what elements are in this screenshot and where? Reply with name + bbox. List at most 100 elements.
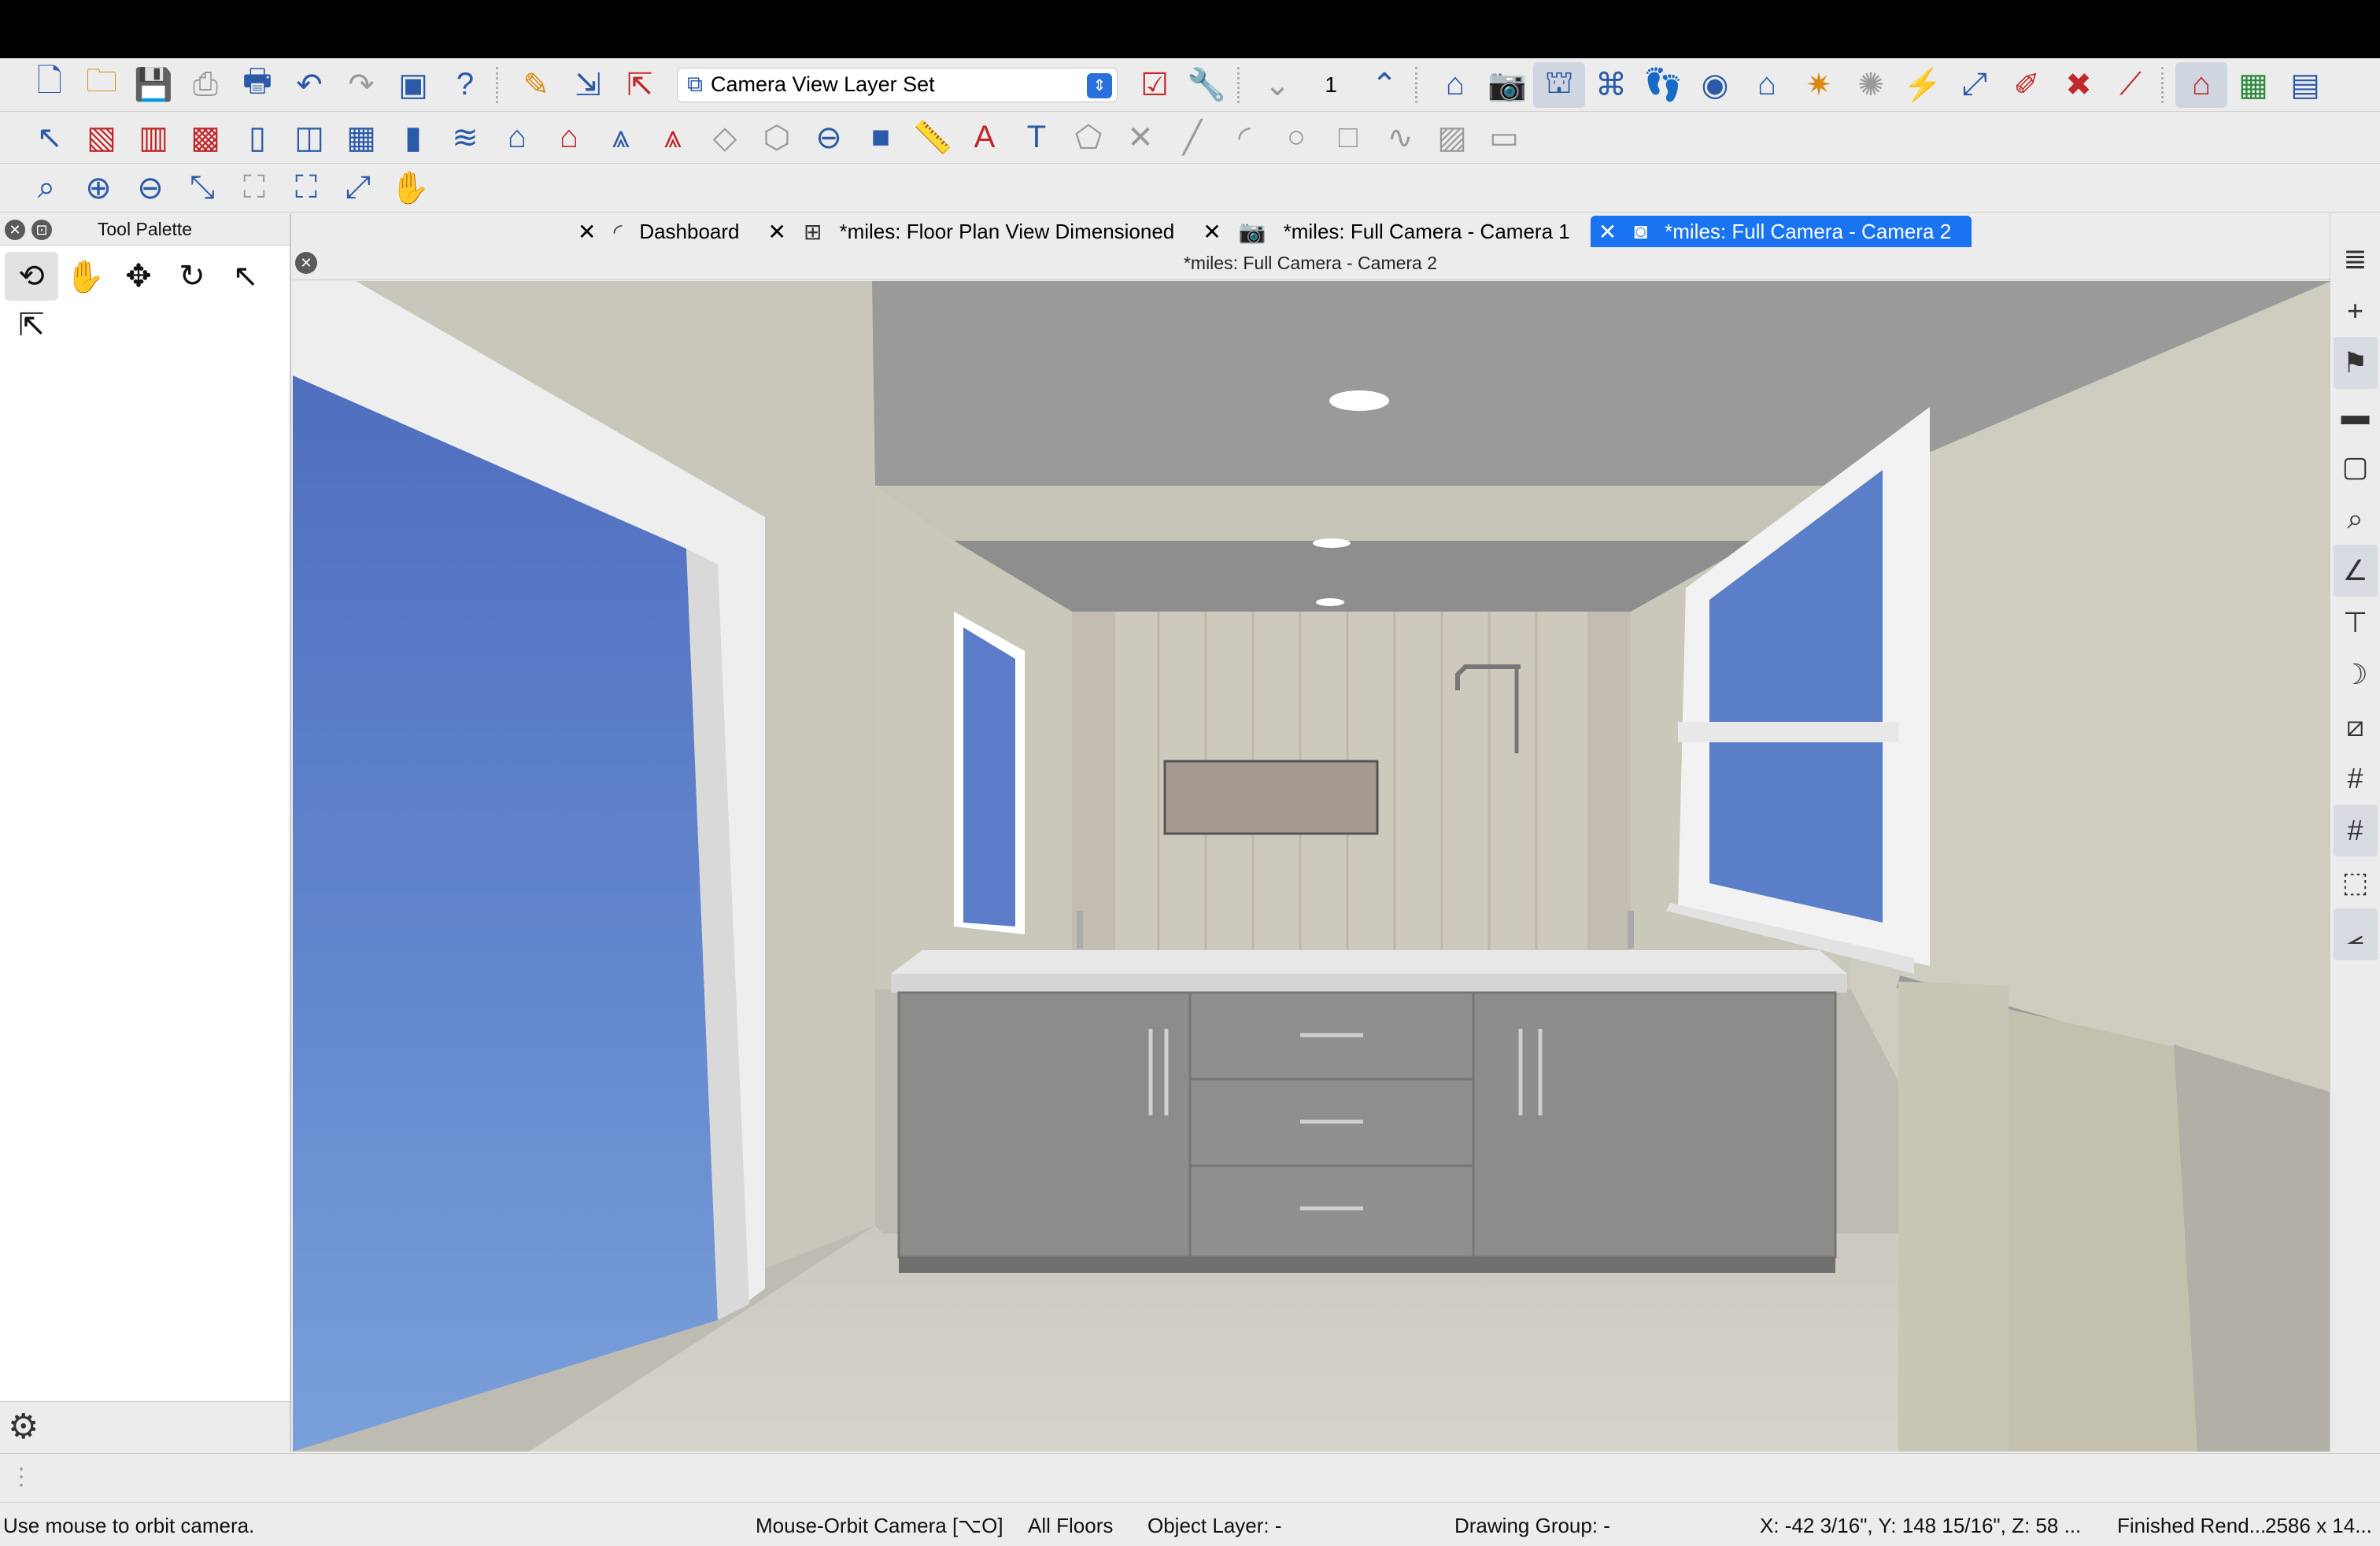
shelf-icon[interactable]: ▮ (387, 115, 439, 161)
light-icon[interactable]: ✷ (1793, 62, 1845, 108)
fill-window-all-icon[interactable]: ⛶ (280, 165, 332, 211)
house-red-icon[interactable]: ⌂ (543, 115, 595, 161)
close-icon[interactable]: ✕ (1598, 219, 1617, 245)
ceiling-icon[interactable]: ⊖ (803, 115, 855, 161)
detach-palette-icon[interactable]: ⊡ (31, 220, 52, 240)
tab-camera-1[interactable]: ✕ 📷 *miles: Full Camera - Camera 1 (1195, 216, 1590, 247)
curve-icon[interactable]: ☽ (2334, 649, 2378, 701)
tab-dashboard[interactable]: ✕ ◜ Dashboard (570, 216, 760, 247)
door-icon[interactable]: ▯ (231, 115, 283, 161)
sun-icon[interactable]: ✺ (1845, 62, 1897, 108)
arc-icon[interactable]: ◜ (1218, 115, 1270, 161)
text-icon[interactable]: T (1011, 115, 1062, 161)
tab-camera-2[interactable]: ✕ ◙ *miles: Full Camera - Camera 2 (1590, 216, 1972, 247)
dimension-icon[interactable]: ▬ (2334, 389, 2378, 441)
electrical-icon[interactable]: ⚡ (1897, 62, 1949, 108)
box-icon[interactable]: ■ (855, 115, 907, 161)
orbit-icon[interactable]: ◉ (1689, 62, 1741, 108)
delete-icon[interactable]: ✖ (2053, 62, 2105, 108)
layer-set-dropdown[interactable]: ⧉ Camera View Layer Set ⇕ (677, 67, 1118, 102)
undo-icon[interactable]: ↶ (283, 62, 335, 108)
doll-house-icon[interactable]: ⌂ (1741, 62, 1793, 108)
window-tool-icon[interactable]: ◫ (283, 115, 335, 161)
save-icon[interactable]: 💾 (128, 62, 179, 108)
checklist-icon[interactable]: ☑ (1129, 62, 1181, 108)
move-icon[interactable]: ✥ (112, 252, 165, 301)
help-icon[interactable]: ? (439, 62, 491, 108)
fill-window-icon[interactable]: ⛶ (228, 165, 280, 211)
fence-icon[interactable]: ⩓ (647, 115, 699, 161)
close-icon[interactable]: ✕ (1203, 219, 1221, 245)
wall-icon[interactable]: ▧ (76, 115, 128, 161)
wrench-icon[interactable]: 🔧 (1181, 62, 1232, 108)
home-icon[interactable]: ⌂ (1429, 62, 1481, 108)
texture-icon[interactable]: ✐ (2001, 62, 2053, 108)
overview-icon[interactable]: ⌘ (1585, 62, 1637, 108)
graph-icon[interactable]: ⧄ (2334, 701, 2378, 753)
fixture-icon[interactable]: ▦ (335, 115, 387, 161)
angle-icon[interactable]: ∠ (2333, 545, 2378, 597)
print-icon[interactable]: ⎙ (179, 62, 231, 108)
snap-grid-icon[interactable]: # (2333, 804, 2378, 856)
page-icon[interactable]: ▢ (2334, 441, 2378, 493)
grid-icon[interactable]: # (2334, 753, 2378, 804)
image-icon[interactable]: ▦ (2227, 62, 2279, 108)
plumbing-icon[interactable]: ⊤ (2334, 597, 2378, 649)
zoom-in-icon[interactable]: ⊕ (72, 165, 124, 211)
redo-icon[interactable]: ↷ (335, 62, 387, 108)
open-folder-icon[interactable]: 🗀 (76, 62, 128, 108)
window-icon[interactable]: ▤ (2279, 62, 2331, 108)
rectangle-icon[interactable]: □ (1322, 115, 1374, 161)
print-preview-icon[interactable]: 🖶 (231, 62, 283, 108)
angle-snap-icon[interactable]: ⦟ (2333, 908, 2378, 960)
camera-icon[interactable]: 📷 (1481, 62, 1533, 108)
resize-grip[interactable]: ⋮ (0, 1453, 2380, 1500)
tab-floor-plan[interactable]: ✕ ⊞ *miles: Floor Plan View Dimensioned (760, 216, 1196, 247)
gear-icon[interactable]: ⚙ (8, 1407, 39, 1447)
camera-elevate-icon[interactable]: ⇱ (5, 301, 58, 350)
new-file-icon[interactable]: 🗋 (24, 62, 76, 108)
send-to-layout-icon[interactable]: ⇲ (562, 62, 614, 108)
floor-up-icon[interactable]: ⌃ (1358, 62, 1410, 108)
floor-down-icon[interactable]: ⌄ (1251, 62, 1303, 108)
circle-icon[interactable]: ○ (1270, 115, 1322, 161)
add-icon[interactable]: + (2334, 285, 2378, 337)
camera-tilt-icon[interactable]: ↖ (219, 252, 272, 301)
ruler-tool-icon[interactable]: 📏 (907, 115, 959, 161)
text-arrow-icon[interactable]: A (959, 115, 1011, 161)
spline-icon[interactable]: ∿ (1374, 115, 1426, 161)
line-icon[interactable]: ╱ (1166, 115, 1218, 161)
polyline-icon[interactable]: ⬠ (1062, 115, 1114, 161)
measure-icon[interactable]: ⤢ (1949, 62, 2001, 108)
camera-rotate-icon[interactable]: ↻ (165, 252, 219, 301)
close-palette-icon[interactable]: ✕ (5, 220, 25, 240)
zoom-window-icon[interactable]: ⌕ (20, 165, 72, 211)
railing-icon[interactable]: ▥ (128, 115, 179, 161)
roof-icon[interactable]: ⌂ (491, 115, 543, 161)
close-view-icon[interactable]: ✕ (295, 252, 317, 274)
terrain-icon[interactable]: ⬡ (751, 115, 803, 161)
ruler-icon[interactable]: ⟋ (2105, 62, 2156, 108)
walkthrough-icon[interactable]: 👣 (1637, 62, 1689, 108)
find-icon[interactable]: ⌕ (2334, 493, 2378, 545)
pan-icon[interactable]: ✋ (384, 165, 436, 211)
dormer-icon[interactable]: ⩓ (595, 115, 647, 161)
edit-layer-icon[interactable]: ✎ (510, 62, 562, 108)
undo-zoom-icon[interactable]: ⤡ (176, 165, 228, 211)
house-view-icon[interactable]: ⌂ (2175, 61, 2227, 108)
cad-block-icon[interactable]: ▭ (1478, 115, 1530, 161)
close-icon[interactable]: ✕ (578, 219, 596, 245)
fit-page-icon[interactable]: ⤢ (332, 165, 384, 211)
cabinet-icon[interactable]: ▩ (179, 115, 231, 161)
material-icon[interactable]: ⚑ (2333, 337, 2378, 389)
cross-icon[interactable]: ✕ (1114, 115, 1166, 161)
orbit-camera-icon[interactable]: ⟲ (5, 252, 58, 301)
slab-icon[interactable]: ◇ (699, 115, 751, 161)
layout-icon[interactable]: ▣ (387, 62, 439, 108)
layers-icon[interactable]: ≣ (2334, 233, 2378, 285)
select-icon[interactable]: ↖ (24, 115, 76, 161)
close-icon[interactable]: ✕ (768, 219, 786, 245)
stair-icon[interactable]: ≋ (439, 115, 491, 161)
object-snap-icon[interactable]: ⬚ (2334, 856, 2378, 908)
picture-icon[interactable]: ▨ (1426, 115, 1478, 161)
